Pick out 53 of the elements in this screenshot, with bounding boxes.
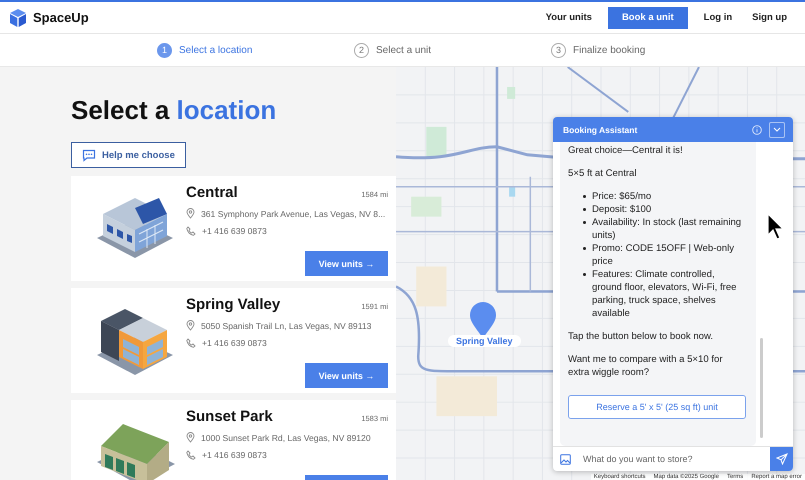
collapse-button[interactable] [769, 122, 785, 138]
nav-link[interactable]: Log in [694, 6, 742, 28]
nav-link[interactable]: Sign up [742, 6, 797, 28]
reserve-unit-button[interactable]: Reserve a 5' x 5' (25 sq ft) unit [568, 395, 746, 419]
step-label[interactable]: Select a location [179, 44, 252, 56]
info-icon[interactable] [752, 124, 762, 134]
step-number: 1 [157, 42, 172, 58]
message-text: Want me to compare with a 5×10 for extra wiggle room? [568, 353, 724, 379]
brand-name[interactable]: SpaceUp [33, 10, 89, 25]
address-text: 361 Symphony Park Avenue, Las Vegas, NV 8... [201, 208, 386, 218]
assistant-title: Booking Assistant [563, 124, 638, 134]
step-label[interactable]: Finalize booking [573, 44, 646, 56]
cube-logo-icon [8, 8, 28, 28]
step-number: 2 [354, 42, 369, 58]
message-text: Tap the button below to book now. [568, 330, 714, 343]
address-text: 5050 Spanish Trail Ln, Las Vegas, NV 89113 [201, 320, 372, 330]
view-units-button[interactable]: View units → [305, 251, 388, 276]
message-text: Great choice—Central it is! [568, 144, 684, 157]
phone-text: +1 416 639 0873 [202, 450, 267, 460]
phone-text: +1 416 639 0873 [202, 338, 267, 348]
scrollbar[interactable] [760, 338, 763, 438]
location-pin-icon [186, 208, 195, 219]
location-pin-icon [186, 432, 195, 443]
chevron-down-icon [773, 127, 781, 132]
location-pin-icon [186, 320, 195, 331]
book-button[interactable]: Book a unit [608, 6, 688, 28]
phone-icon [186, 450, 196, 460]
step-number: 3 [551, 42, 566, 58]
message-input-field[interactable]: What do you want to store? [581, 453, 760, 465]
unit-detail-item: Availability: In stock (last remaining units) [583, 216, 746, 242]
phone-icon [186, 338, 196, 348]
chat-icon [82, 148, 96, 162]
page-title: Select a [71, 95, 170, 125]
send-button[interactable] [770, 447, 793, 471]
location-name: Sunset Park [186, 408, 273, 425]
help-me-choose-button[interactable]: Help me choose [71, 142, 186, 168]
phone-text: +1 416 639 0873 [202, 226, 267, 236]
image-icon[interactable] [560, 454, 571, 464]
location-name: Central [186, 184, 238, 201]
send-icon [776, 453, 788, 465]
unit-detail-item: Deposit: $100 [583, 203, 746, 216]
address-text: 1000 Sunset Park Rd, Las Vegas, NV 89120 [201, 432, 371, 442]
page-title-highlight: location [176, 95, 276, 125]
nav-link[interactable]: Your units [536, 6, 602, 28]
view-units-button[interactable]: View units → [305, 363, 388, 388]
marker-label[interactable]: Spring Valley [448, 335, 521, 347]
phone-icon [186, 226, 196, 236]
message-text: 5×5 ft at Central [568, 167, 638, 180]
step-label[interactable]: Select a unit [376, 44, 432, 56]
unit-detail-item: Promo: CODE 15OFF | Web-only price [583, 242, 746, 268]
unit-detail-item: Price: $65/mo [583, 190, 746, 203]
unit-detail-item: Features: Climate controlled, ground floor, elevators, Wi-Fi, free parking, truck space, shelves available [583, 268, 746, 320]
location-name: Spring Valley [186, 296, 280, 313]
